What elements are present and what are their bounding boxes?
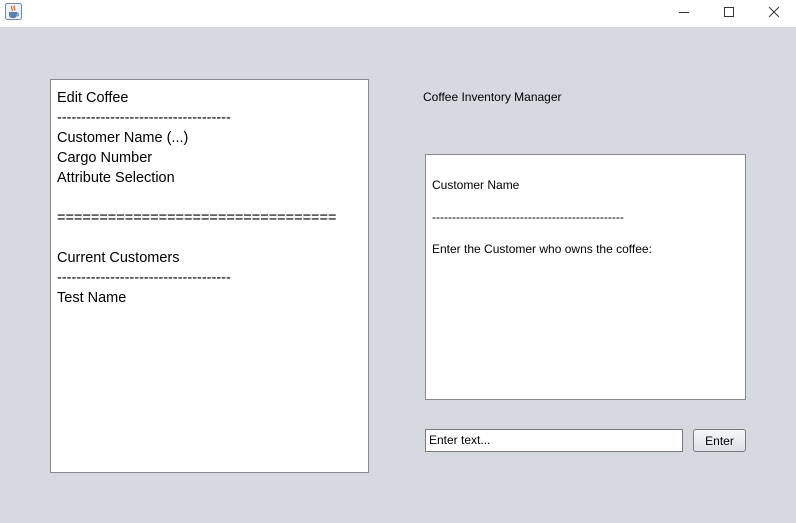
text-input[interactable]: Enter text... [425,429,683,452]
title-bar [0,0,796,27]
menu-text: Edit Coffee ----------------------------… [57,90,337,306]
close-button[interactable] [752,0,796,24]
enter-button[interactable]: Enter [693,429,746,452]
app-title-label: Coffee Inventory Manager [423,90,562,104]
java-coffee-cup-icon [5,3,22,20]
prompt-text-area: Customer Name --------------------------… [425,154,746,400]
maximize-button[interactable] [707,0,751,24]
menu-text-area: Edit Coffee ----------------------------… [50,79,369,473]
close-icon [768,6,780,18]
minimize-icon [678,6,690,18]
minimize-button[interactable] [662,0,706,24]
maximize-icon [723,6,735,18]
prompt-text: Customer Name --------------------------… [432,178,652,256]
